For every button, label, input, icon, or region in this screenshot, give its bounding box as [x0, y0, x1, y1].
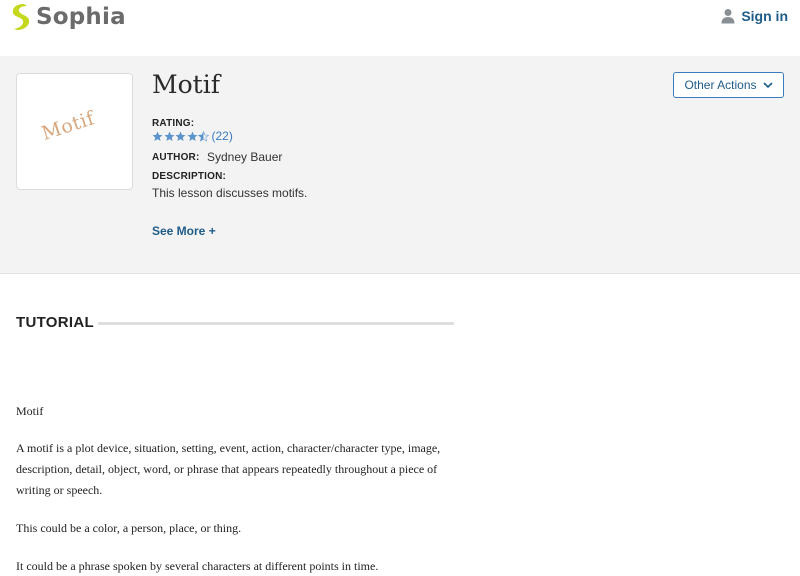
star-icon — [152, 131, 163, 141]
tutorial-paragraph: A motif is a plot device, situation, set… — [16, 441, 441, 497]
see-more-link[interactable]: See More + — [152, 224, 216, 238]
star-icon — [175, 131, 186, 141]
chevron-down-icon — [762, 81, 773, 88]
star-half-icon — [198, 130, 209, 142]
star-icon — [164, 131, 174, 141]
author-name: Sydney Bauer — [207, 150, 283, 164]
tutorial-paragraph: This could be a color, a person, place, … — [16, 521, 242, 535]
description-label: DESCRIPTION: — [152, 171, 227, 182]
tutorial-heading: TUTORIAL — [16, 314, 94, 331]
rating-stars: (22) — [152, 129, 233, 143]
rating-label: RATING: — [152, 118, 195, 129]
star-icon — [187, 131, 197, 141]
other-actions-label: Other Actions — [684, 78, 757, 92]
other-actions-button[interactable]: Other Actions — [673, 72, 784, 98]
tutorial-paragraph: It could be a phrase spoken by several c… — [16, 559, 379, 573]
author-label: AUTHOR: — [152, 152, 200, 163]
tutorial-paragraph: Motif — [16, 404, 44, 418]
top-bar: Sophia Sign in — [0, 0, 800, 56]
sign-in-link[interactable]: Sign in — [721, 8, 788, 24]
page-title: Motif — [152, 70, 220, 99]
brand-name: Sophia — [36, 4, 126, 30]
sign-in-label: Sign in — [741, 8, 788, 24]
tutorial-divider — [98, 322, 454, 325]
user-icon — [721, 9, 735, 24]
sophia-logo[interactable]: Sophia — [10, 2, 126, 32]
description-text: This lesson discusses motifs. — [152, 186, 308, 200]
thumbnail-text: Motif — [39, 107, 98, 145]
lesson-hero: Motif Motif RATING: (22) AUTHOR: Sydney … — [0, 56, 800, 274]
sophia-logo-icon — [12, 4, 30, 30]
rating-count-link[interactable]: (22) — [212, 129, 233, 143]
lesson-thumbnail: Motif — [16, 73, 133, 190]
